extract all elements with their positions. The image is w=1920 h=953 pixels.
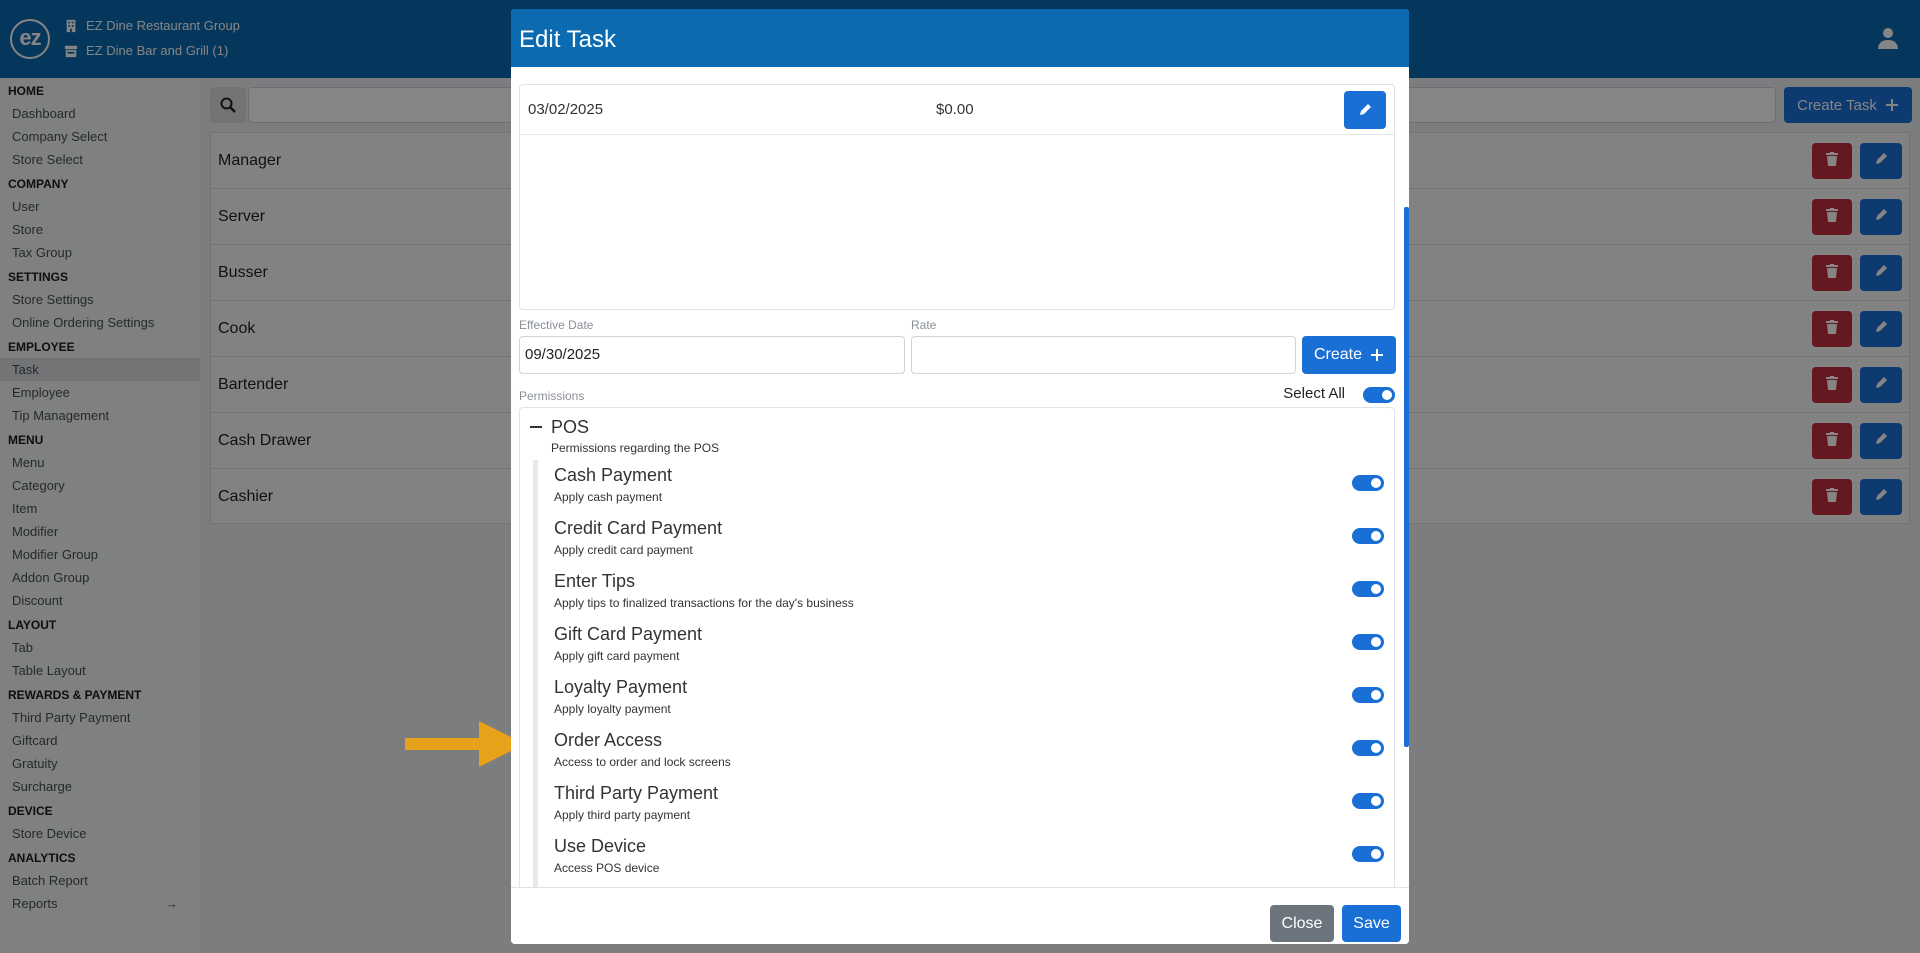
pencil-icon bbox=[1360, 104, 1371, 115]
create-rate-button[interactable]: Create bbox=[1302, 336, 1396, 374]
permission-toggle[interactable] bbox=[1352, 846, 1384, 862]
close-button[interactable]: Close bbox=[1270, 905, 1334, 942]
select-all-toggle[interactable] bbox=[1363, 387, 1395, 403]
effective-date-input[interactable]: 09/30/2025 bbox=[519, 336, 905, 374]
permission-name: Third Party Payment bbox=[554, 783, 719, 803]
permission-enter-tips: Enter Tips Apply tips to finalized transa… bbox=[554, 571, 1384, 624]
scrollbar-thumb[interactable] bbox=[1404, 207, 1409, 747]
permission-third-party-payment: Third Party Payment Apply third party pay… bbox=[554, 783, 1384, 836]
permission-name: Use Device bbox=[554, 836, 647, 856]
rate-input[interactable] bbox=[911, 336, 1296, 374]
collapse-minus-icon[interactable] bbox=[530, 426, 542, 428]
permission-description: Apply gift card payment bbox=[554, 649, 680, 663]
permission-loyalty-payment: Loyalty Payment Apply loyalty payment bbox=[554, 677, 1384, 730]
rate-history-list: 03/02/2025 $0.00 bbox=[519, 84, 1395, 310]
modal-title: Edit Task bbox=[511, 9, 1409, 67]
permission-name: Cash Payment bbox=[554, 465, 673, 485]
permission-name: Credit Card Payment bbox=[554, 518, 723, 538]
save-button[interactable]: Save bbox=[1342, 905, 1401, 942]
select-all-label: Select All bbox=[1283, 385, 1345, 402]
rate-edit-button[interactable] bbox=[1344, 91, 1386, 129]
plus-icon bbox=[1371, 349, 1384, 361]
permissions-label: Permissions bbox=[519, 389, 585, 403]
callout-arrow-icon bbox=[405, 721, 525, 767]
create-label: Create bbox=[1313, 346, 1363, 363]
rate-date: 03/02/2025 bbox=[528, 101, 604, 118]
group-rail bbox=[533, 460, 538, 887]
permission-description: Access to order and lock screens bbox=[554, 755, 731, 769]
permission-description: Apply loyalty payment bbox=[554, 702, 671, 716]
permission-toggle[interactable] bbox=[1352, 581, 1384, 597]
permission-credit-card-payment: Credit Card Payment Apply credit card pay… bbox=[554, 518, 1384, 571]
permission-order-access: Order Access Access to order and lock scr… bbox=[554, 730, 1384, 783]
effective-date-label: Effective Date bbox=[519, 318, 594, 332]
permission-description: Access POS device bbox=[554, 861, 660, 875]
permission-toggle[interactable] bbox=[1352, 528, 1384, 544]
pos-group-description: Permissions regarding the POS bbox=[551, 441, 720, 455]
permission-toggle[interactable] bbox=[1352, 740, 1384, 756]
permission-name: Enter Tips bbox=[554, 571, 636, 591]
modal-body: 03/02/2025 $0.00 Effective Date 09/30/20… bbox=[511, 67, 1409, 887]
permission-description: Apply third party payment bbox=[554, 808, 691, 822]
permission-toggle[interactable] bbox=[1352, 634, 1384, 650]
permission-name: Loyalty Payment bbox=[554, 677, 688, 697]
rate-label: Rate bbox=[911, 318, 937, 332]
permission-description: Apply tips to finalized transactions for… bbox=[554, 596, 854, 610]
permission-cash-payment: Cash Payment Apply cash payment bbox=[554, 465, 1384, 518]
permission-gift-card-payment: Gift Card Payment Apply gift card payment bbox=[554, 624, 1384, 677]
permission-name: Order Access bbox=[554, 730, 663, 750]
permission-toggle[interactable] bbox=[1352, 687, 1384, 703]
permission-toggle[interactable] bbox=[1352, 475, 1384, 491]
permission-toggle[interactable] bbox=[1352, 793, 1384, 809]
permission-use-device: Use Device Access POS device bbox=[554, 836, 1384, 887]
permissions-panel: POS Permissions regarding the POS Cash P… bbox=[519, 407, 1395, 887]
rate-history-row: 03/02/2025 $0.00 bbox=[520, 85, 1394, 135]
permission-name: Gift Card Payment bbox=[554, 624, 703, 644]
modal-footer: Close Save bbox=[511, 887, 1409, 944]
edit-task-modal: Edit Task 03/02/2025 $0.00 Effective Dat… bbox=[511, 9, 1409, 944]
pos-group-title[interactable]: POS bbox=[551, 417, 589, 438]
permission-description: Apply cash payment bbox=[554, 490, 663, 504]
rate-amount: $0.00 bbox=[936, 101, 974, 118]
permission-description: Apply credit card payment bbox=[554, 543, 693, 557]
